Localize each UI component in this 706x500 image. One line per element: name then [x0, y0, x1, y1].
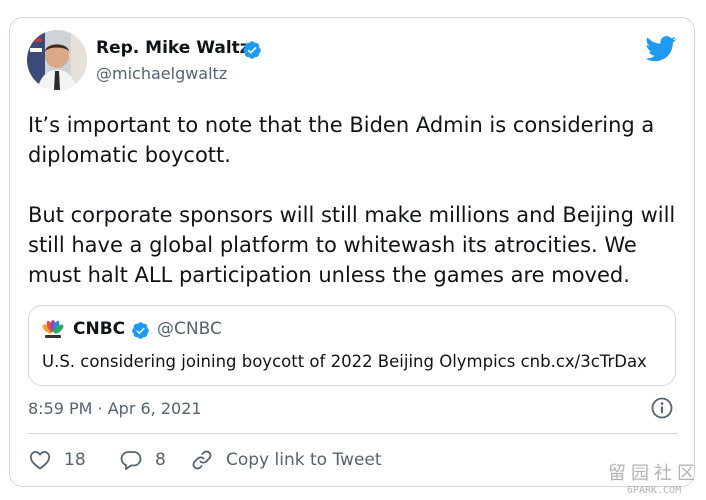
author-name[interactable]: Rep. Mike Waltz	[96, 38, 250, 58]
tweet-paragraph: But corporate sponsors will still make m…	[28, 203, 676, 287]
quoted-tweet[interactable]: CNBC @CNBC U.S. considering joining boyc…	[28, 305, 676, 386]
tweet-card: Rep. Mike Waltz @michaelgwaltz It’s impo…	[9, 17, 695, 487]
tweet-timestamp[interactable]: 8:59 PM · Apr 6, 2021	[28, 399, 202, 418]
watermark-site: 6PARK.COM	[626, 485, 682, 496]
cnbc-peacock-logo-icon	[42, 320, 64, 338]
info-icon[interactable]	[650, 396, 674, 420]
like-button[interactable]: 18	[28, 445, 86, 475]
reply-count: 8	[155, 450, 166, 470]
like-count: 18	[64, 450, 86, 470]
tweet-paragraph: It’s important to note that the Biden Ad…	[28, 113, 655, 167]
heart-icon	[29, 451, 51, 470]
reply-button[interactable]: 8	[119, 445, 166, 475]
author-handle[interactable]: @michaelgwaltz	[96, 64, 227, 83]
copy-link-button[interactable]: Copy link to Tweet	[190, 445, 382, 475]
divider	[28, 433, 678, 434]
quoted-tweet-text: U.S. considering joining boycott of 2022…	[42, 352, 647, 371]
avatar[interactable]	[27, 30, 87, 90]
reply-icon	[120, 451, 142, 470]
twitter-bird-icon[interactable]	[645, 36, 677, 62]
link-icon	[192, 450, 212, 470]
copy-link-label: Copy link to Tweet	[226, 450, 382, 470]
verified-badge-icon	[243, 41, 261, 59]
quoted-author-handle[interactable]: @CNBC	[157, 319, 222, 339]
watermark-glyphs: 留园社区	[608, 463, 700, 484]
verified-badge-icon	[132, 322, 149, 339]
quoted-author-name[interactable]: CNBC	[73, 319, 125, 339]
tweet-text: It’s important to note that the Biden Ad…	[28, 110, 688, 290]
watermark: 留园社区 6PARK.COM	[608, 459, 700, 496]
avatar-image	[27, 30, 87, 90]
